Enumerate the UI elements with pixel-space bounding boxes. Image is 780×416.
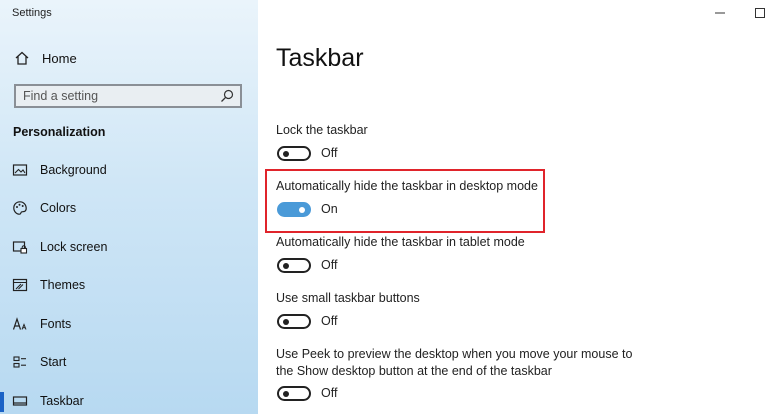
toggle-knob — [299, 206, 305, 213]
toggle-knob — [283, 318, 289, 325]
home-icon — [14, 50, 30, 66]
setting-label-small-buttons: Use small taskbar buttons — [276, 291, 420, 305]
sidebar: Settings Home Personalization Background… — [0, 0, 258, 414]
home-label: Home — [42, 50, 77, 66]
peek-toggle[interactable] — [277, 386, 311, 401]
page-title: Taskbar — [276, 44, 364, 72]
maximize-icon — [754, 6, 766, 22]
start-icon — [12, 354, 28, 370]
setting-label-peek-line1: Use Peek to preview the desktop when you… — [276, 347, 633, 361]
app-title: Settings — [12, 7, 52, 19]
setting-label-peek-line2: the Show desktop button at the end of th… — [276, 364, 552, 378]
toggle-knob — [283, 150, 289, 157]
lock-taskbar-toggle[interactable] — [277, 146, 311, 161]
lock-screen-icon — [12, 239, 28, 255]
sidebar-item-label: Lock screen — [40, 240, 108, 254]
maximize-button[interactable] — [740, 0, 780, 28]
sidebar-item-label: Fonts — [40, 317, 72, 331]
search-icon[interactable] — [219, 88, 235, 104]
themes-icon — [12, 277, 28, 293]
minimize-icon — [714, 6, 726, 22]
sidebar-item-colors[interactable]: Colors — [0, 193, 258, 223]
taskbar-icon — [12, 393, 28, 409]
sidebar-item-label: Background — [40, 163, 107, 177]
palette-icon — [12, 200, 28, 216]
section-title: Personalization — [13, 125, 106, 139]
setting-label-lock-taskbar: Lock the taskbar — [276, 123, 368, 137]
sidebar-item-label: Colors — [40, 201, 77, 215]
background-icon — [12, 162, 28, 178]
sidebar-item-label: Themes — [40, 278, 86, 292]
search-box[interactable] — [14, 84, 242, 108]
fonts-icon — [12, 316, 28, 332]
sidebar-item-start[interactable]: Start — [0, 347, 258, 377]
home-nav-item[interactable]: Home — [14, 50, 77, 66]
sidebar-item-background[interactable]: Background — [0, 155, 258, 185]
toggle-state-label: Off — [321, 146, 338, 160]
search-input[interactable] — [16, 86, 213, 106]
toggle-state-label: Off — [321, 314, 338, 328]
small-buttons-toggle[interactable] — [277, 314, 311, 329]
sidebar-item-label: Start — [40, 355, 67, 369]
toggle-knob — [283, 262, 289, 269]
toggle-state-label: Off — [321, 386, 338, 400]
setting-label-autohide-tablet: Automatically hide the taskbar in tablet… — [276, 235, 525, 249]
autohide-tablet-toggle[interactable] — [277, 258, 311, 273]
sidebar-item-fonts[interactable]: Fonts — [0, 309, 258, 339]
toggle-state-label: On — [321, 202, 338, 216]
sidebar-item-taskbar[interactable]: Taskbar — [0, 386, 258, 416]
minimize-button[interactable] — [700, 0, 740, 28]
autohide-desktop-toggle[interactable] — [277, 202, 311, 217]
toggle-state-label: Off — [321, 258, 338, 272]
setting-label-autohide-desktop: Automatically hide the taskbar in deskto… — [276, 179, 538, 193]
toggle-knob — [283, 390, 289, 397]
sidebar-item-themes[interactable]: Themes — [0, 270, 258, 300]
sidebar-item-label: Taskbar — [40, 394, 84, 408]
sidebar-item-lock-screen[interactable]: Lock screen — [0, 232, 258, 262]
